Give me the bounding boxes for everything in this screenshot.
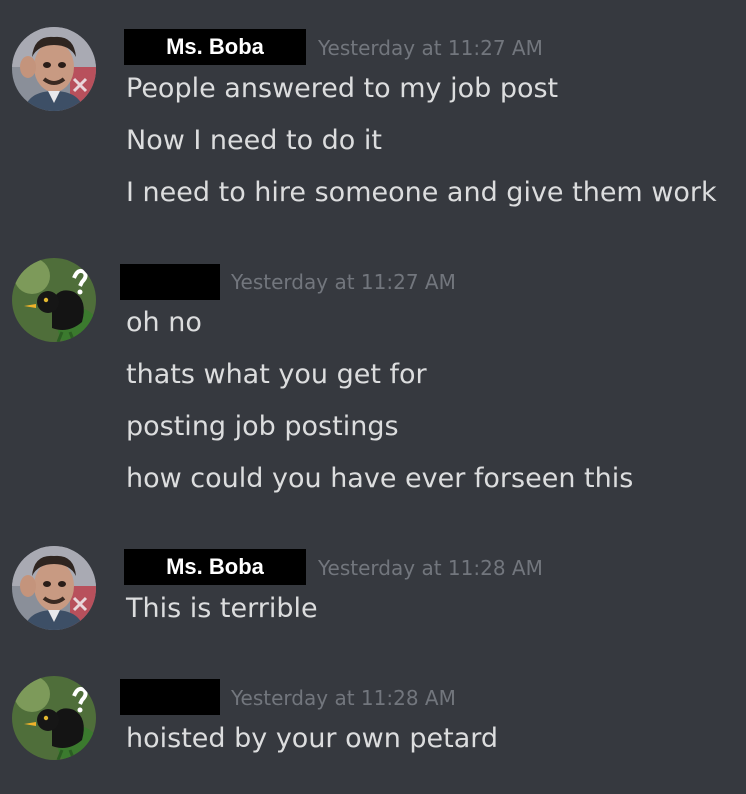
man-portrait-avatar-icon[interactable] [12,546,96,630]
message-text: thats what you get for [126,359,427,390]
message-text: People answered to my job post [126,73,559,104]
message-text: posting job postings [126,411,399,442]
chat-message-list: Ms. Boba Yesterday at 11:27 AM People an… [0,0,746,794]
author-name[interactable] [120,679,220,715]
message-timestamp: Yesterday at 11:27 AM [318,36,543,60]
man-portrait-avatar-icon[interactable] [12,27,96,111]
message-timestamp: Yesterday at 11:27 AM [231,270,456,294]
message-text: This is terrible [126,593,318,624]
message-text: how could you have ever forseen this [126,463,634,494]
message-text: hoisted by your own petard [126,723,499,754]
author-name[interactable]: Ms. Boba [124,29,306,65]
message-text: oh no [126,307,202,338]
message-text: I need to hire someone and give them wor… [126,177,717,208]
blackbird-avatar-icon[interactable] [12,676,96,760]
message-text: Now I need to do it [126,125,382,156]
message-timestamp: Yesterday at 11:28 AM [318,556,543,580]
blackbird-avatar-icon[interactable] [12,258,96,342]
author-name[interactable]: Ms. Boba [124,549,306,585]
message-timestamp: Yesterday at 11:28 AM [231,686,456,710]
author-name[interactable] [120,264,220,300]
